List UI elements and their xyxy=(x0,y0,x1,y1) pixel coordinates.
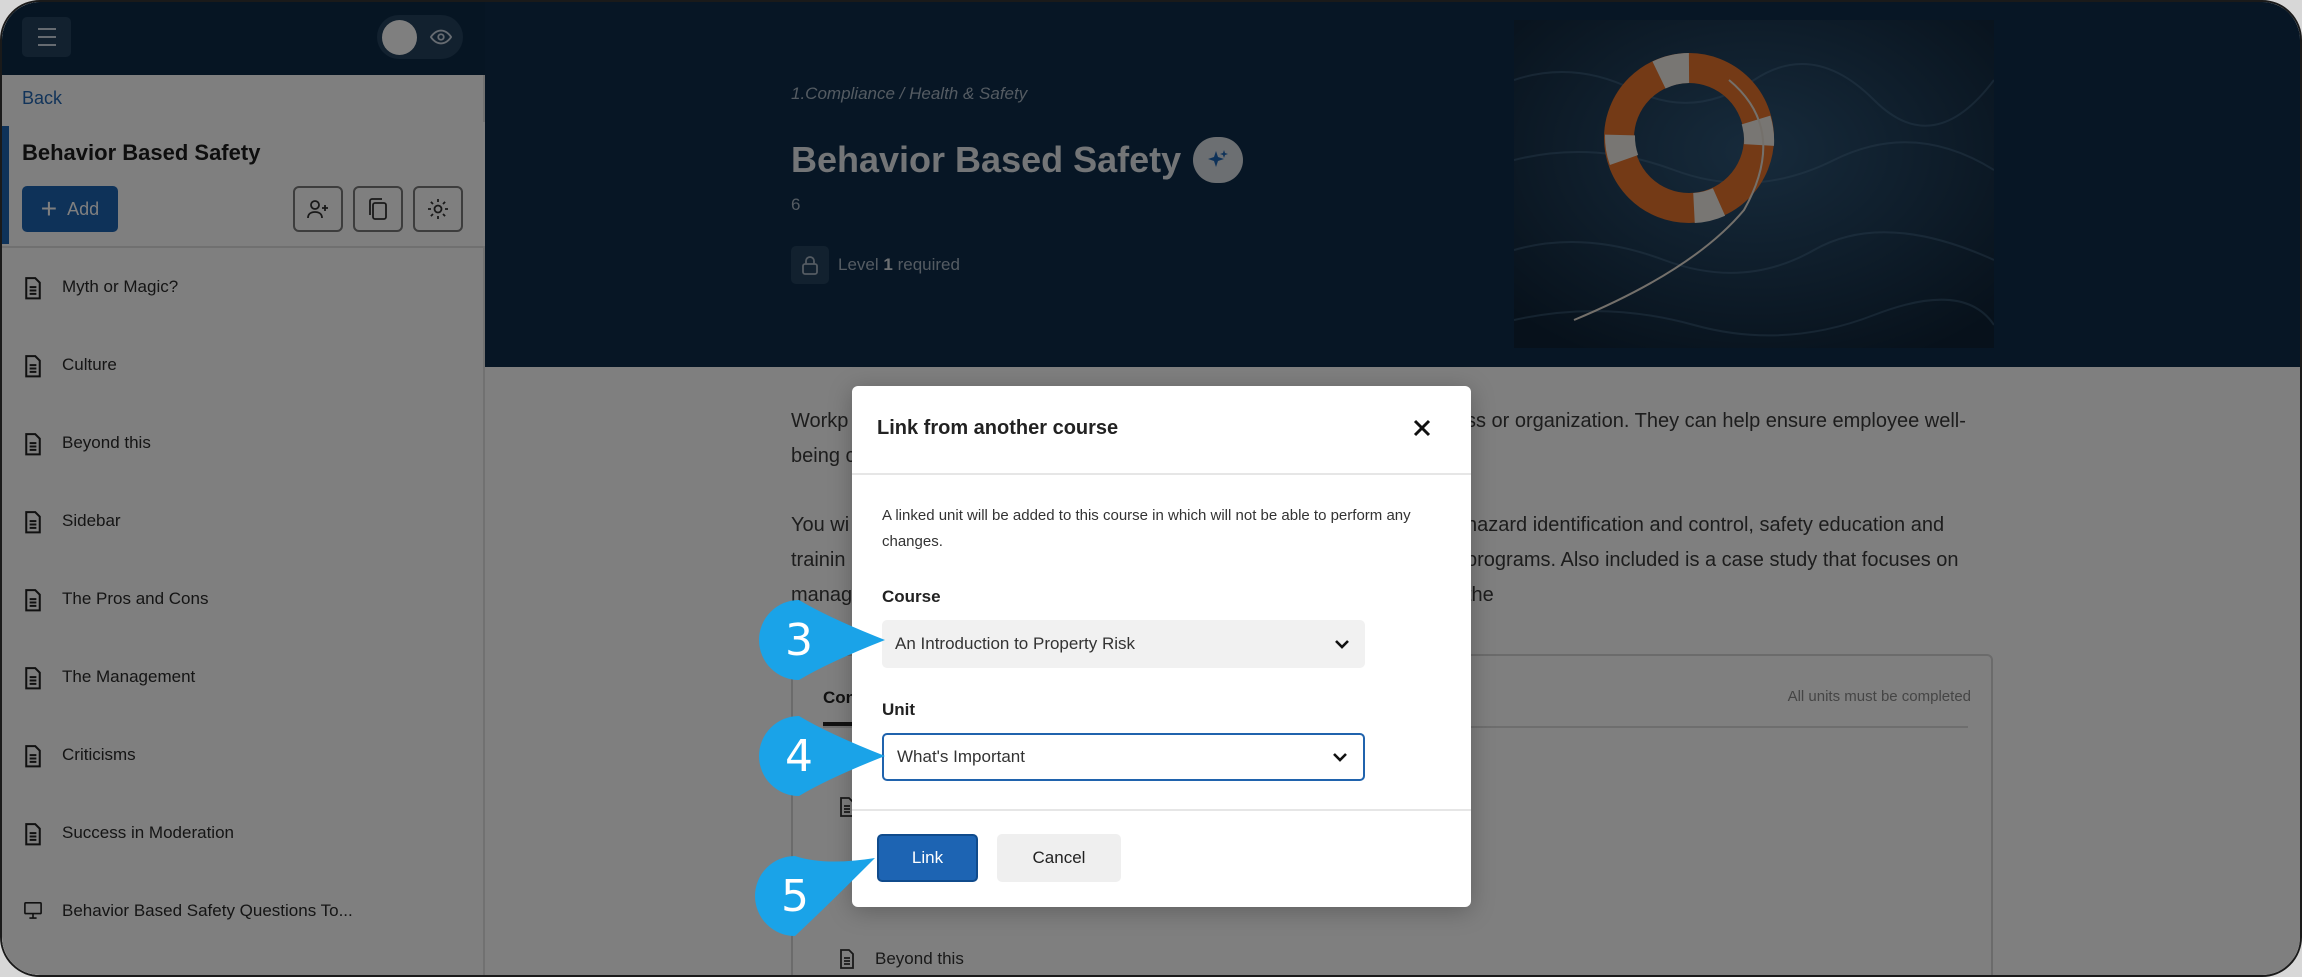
callout-step-4: 4 xyxy=(759,716,889,796)
callout-number: 4 xyxy=(785,730,813,782)
callout-number: 5 xyxy=(781,870,809,922)
dialog-description: A linked unit will be added to this cour… xyxy=(882,507,1411,550)
callout-number: 3 xyxy=(785,614,813,666)
course-field-label: Course xyxy=(882,587,941,606)
dialog-divider-top xyxy=(852,473,1471,475)
dialog-divider-bottom xyxy=(852,809,1471,811)
unit-select-value: What's Important xyxy=(897,747,1025,766)
course-select-value: An Introduction to Property Risk xyxy=(895,634,1136,653)
cancel-button[interactable]: Cancel xyxy=(997,834,1121,882)
callout-step-3: 3 xyxy=(759,600,889,680)
unit-select[interactable]: What's Important xyxy=(882,733,1365,781)
callout-step-5: 5 xyxy=(755,856,885,936)
chevron-down-icon xyxy=(1335,640,1349,649)
link-button[interactable]: Link xyxy=(877,834,978,882)
app-window: Back Behavior Based Safety + Add Myth or… xyxy=(0,0,2302,977)
link-course-dialog: Link from another course A linked unit w… xyxy=(852,386,1471,907)
chevron-down-icon xyxy=(1333,753,1347,762)
dialog-title: Link from another course xyxy=(877,417,1119,439)
close-icon[interactable] xyxy=(1410,416,1434,440)
course-select[interactable]: An Introduction to Property Risk xyxy=(882,620,1365,668)
